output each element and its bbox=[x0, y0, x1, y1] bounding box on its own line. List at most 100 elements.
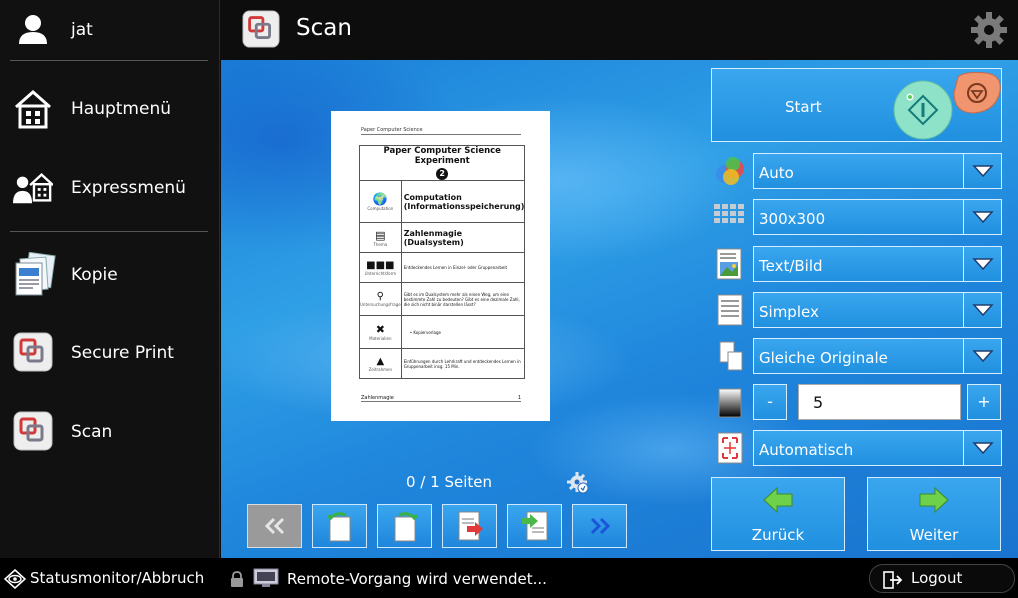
preview-footer: Zahlenmagie 1 bbox=[361, 395, 521, 402]
preview-title: Paper Computer Science Experiment bbox=[383, 146, 501, 166]
user-area[interactable]: jat bbox=[0, 0, 220, 60]
preview-row-text: Entdeckendes Lernen in Einzel- oder Grup… bbox=[400, 252, 526, 283]
logout-label: Logout bbox=[911, 569, 963, 587]
resolution-dropdown[interactable]: 300x300 bbox=[753, 199, 1002, 235]
nav-item-scan[interactable]: Scan bbox=[0, 407, 220, 457]
preview-row-text: Einführungen durch Lehrkraft und entdeck… bbox=[400, 348, 526, 379]
rotate-left-icon bbox=[326, 512, 350, 542]
original-type-row: Text/Bild bbox=[711, 246, 1002, 282]
chevron-down-icon bbox=[971, 211, 994, 224]
size-dropdown[interactable]: Automatisch bbox=[753, 430, 1002, 466]
originals-dropdown[interactable]: Gleiche Originale bbox=[753, 338, 1002, 374]
preview-footer-right: 1 bbox=[517, 395, 521, 401]
delete-page-icon bbox=[458, 511, 483, 541]
preview-row-icon: ▲ Zeitrahmen bbox=[359, 348, 402, 379]
status-bar: Statusmonitor/Abbruch Remote-Vorgang wir… bbox=[0, 558, 1018, 598]
nav-label: Secure Print bbox=[71, 343, 174, 363]
text-image-icon bbox=[716, 248, 742, 280]
preview-title-badge: 2 bbox=[436, 168, 449, 180]
user-icon bbox=[19, 15, 47, 44]
color-mode-icon bbox=[716, 157, 744, 185]
arrow-left-icon bbox=[763, 486, 793, 514]
size-auto-icon bbox=[717, 432, 743, 464]
logout-button[interactable]: Logout bbox=[869, 564, 1015, 593]
double-chevron-left-icon bbox=[264, 517, 284, 535]
color-mode-value: Auto bbox=[759, 164, 794, 182]
double-chevron-right-icon bbox=[590, 517, 610, 535]
arrow-right-icon bbox=[919, 486, 949, 514]
nav-label: Expressmenü bbox=[71, 178, 186, 198]
secure-print-icon bbox=[13, 332, 53, 372]
same-originals-icon bbox=[719, 341, 743, 371]
next-button[interactable]: Weiter bbox=[867, 477, 1001, 551]
original-type-dropdown[interactable]: Text/Bild bbox=[753, 246, 1002, 282]
scan-icon bbox=[13, 411, 53, 451]
last-page-button[interactable] bbox=[572, 504, 627, 548]
rotate-left-button[interactable] bbox=[312, 504, 367, 548]
density-row: - 5 + bbox=[711, 384, 1002, 420]
scan-main-area: Paper Computer Science Paper Computer Sc… bbox=[221, 60, 1018, 558]
preview-title-cell: Paper Computer Science Experiment 2 bbox=[358, 145, 526, 181]
size-value: Automatisch bbox=[759, 441, 854, 459]
status-monitor-button[interactable]: Statusmonitor/Abbruch bbox=[0, 558, 220, 598]
nav-item-secure-print[interactable]: Secure Print bbox=[0, 328, 220, 378]
chevron-down-icon bbox=[971, 350, 994, 363]
status-monitor-label: Statusmonitor/Abbruch bbox=[30, 569, 205, 587]
preview-row-icon: 🌍 Computation bbox=[359, 180, 402, 223]
rotate-right-icon bbox=[394, 512, 418, 542]
chevron-down-icon bbox=[971, 165, 994, 178]
back-label: Zurück bbox=[751, 526, 805, 544]
preview-row-icon: ▤ Thema bbox=[359, 222, 402, 253]
gear-icon[interactable] bbox=[970, 11, 1008, 49]
divider bbox=[10, 60, 208, 61]
resolution-value: 300x300 bbox=[759, 210, 826, 228]
status-monitor-icon bbox=[4, 569, 26, 589]
preview-header-text: Paper Computer Science bbox=[361, 127, 521, 135]
duplex-value: Simplex bbox=[759, 303, 819, 321]
next-label: Weiter bbox=[909, 526, 959, 544]
density-minus-button[interactable]: - bbox=[753, 384, 787, 420]
nav-item-kopie[interactable]: Kopie bbox=[0, 250, 220, 300]
remote-monitor-icon bbox=[253, 568, 279, 587]
logout-icon bbox=[883, 571, 903, 589]
color-mode-dropdown[interactable]: Auto bbox=[753, 153, 1002, 189]
insert-page-icon bbox=[521, 511, 547, 541]
preview-row-text: Computation (Informationsspeicherung) bbox=[400, 180, 526, 223]
preview-row-icon: ⚲ Untersuchungsfrage bbox=[359, 282, 402, 316]
first-page-button[interactable] bbox=[247, 504, 302, 548]
start-icon bbox=[893, 80, 953, 140]
chevron-down-icon bbox=[971, 442, 994, 455]
preview-footer-left: Zahlenmagie bbox=[361, 395, 394, 401]
nav-item-expressmenu[interactable]: Expressmenü bbox=[0, 163, 220, 213]
sidebar: jat Hauptmenü Expressmenü Kopie Secure P… bbox=[0, 0, 220, 558]
density-plus-button[interactable]: + bbox=[967, 384, 1001, 420]
rotate-right-button[interactable] bbox=[377, 504, 432, 548]
divider bbox=[10, 231, 208, 232]
preview-settings-icon[interactable] bbox=[567, 472, 589, 494]
size-row: Automatisch bbox=[711, 430, 1002, 466]
page-title: Scan bbox=[296, 15, 352, 41]
preview-row-icon: ■■■ Unterrichtsform bbox=[359, 252, 402, 283]
nav-label: Hauptmenü bbox=[71, 99, 171, 119]
start-button[interactable]: Start bbox=[711, 68, 1002, 142]
chevron-down-icon bbox=[971, 304, 994, 317]
original-type-value: Text/Bild bbox=[759, 257, 823, 275]
resolution-icon bbox=[714, 204, 744, 223]
preview-row-text: Gibt es im Dualsystem mehr als einen Weg… bbox=[400, 282, 526, 316]
resolution-row: 300x300 bbox=[711, 199, 1002, 235]
delete-page-button[interactable] bbox=[442, 504, 497, 548]
duplex-dropdown[interactable]: Simplex bbox=[753, 292, 1002, 328]
back-button[interactable]: Zurück bbox=[711, 477, 845, 551]
originals-row: Gleiche Originale bbox=[711, 338, 1002, 374]
duplex-row: Simplex bbox=[711, 292, 1002, 328]
nav-label: Kopie bbox=[71, 265, 118, 285]
insert-page-button[interactable] bbox=[507, 504, 562, 548]
preview-page: Paper Computer Science Paper Computer Sc… bbox=[331, 111, 550, 421]
preview-row-text: • Kopiervorlage bbox=[400, 315, 526, 349]
density-value-field[interactable]: 5 bbox=[798, 384, 961, 420]
preview-table: Paper Computer Science Experiment 2 🌍 Com… bbox=[358, 145, 526, 379]
nav-item-hauptmenu[interactable]: Hauptmenü bbox=[0, 84, 220, 134]
density-icon bbox=[718, 388, 742, 418]
scan-app-icon bbox=[242, 10, 280, 48]
preview-row-icon: ✖ Materialien bbox=[359, 315, 402, 349]
